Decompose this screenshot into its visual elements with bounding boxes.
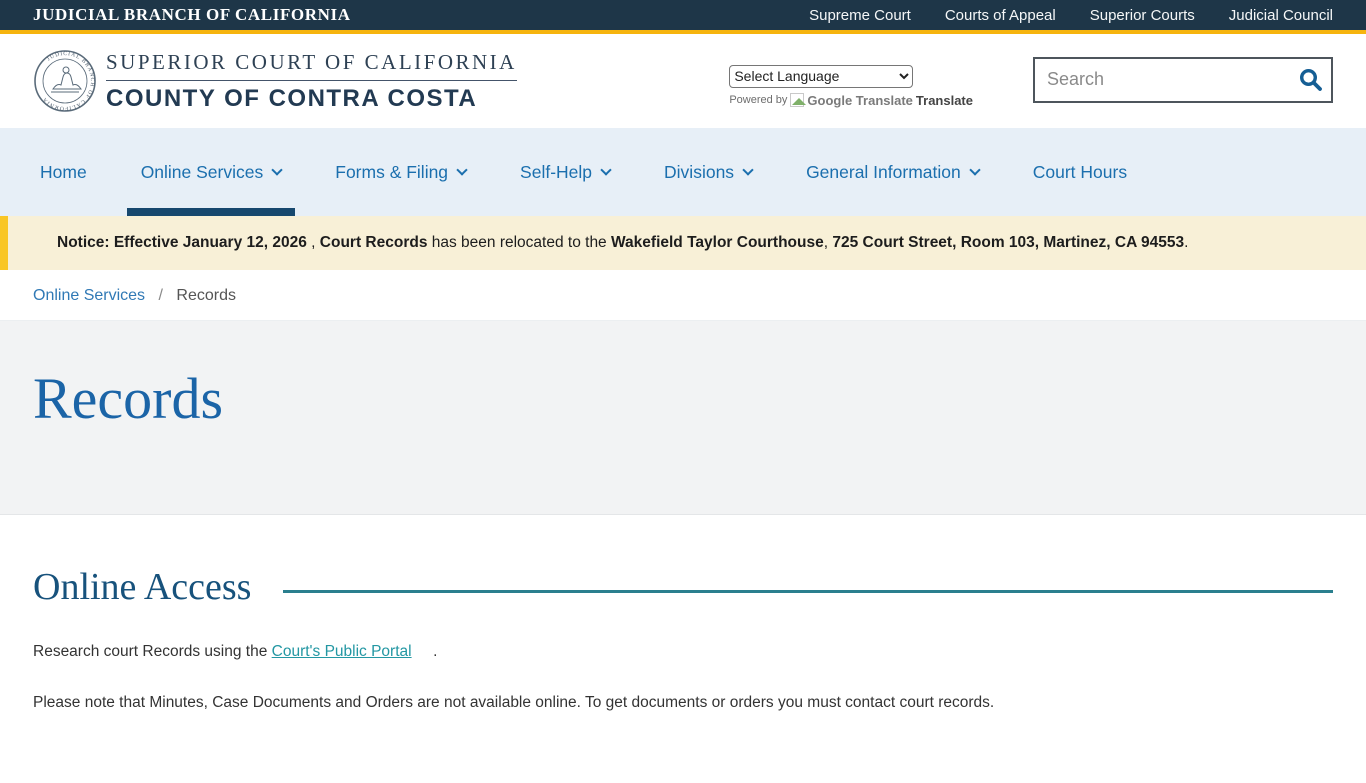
topbar-link-superior-courts[interactable]: Superior Courts [1090,7,1195,24]
google-translate-brand: Google Translate [807,92,913,108]
topbar-link-supreme-court[interactable]: Supreme Court [809,7,911,24]
search-icon [1299,68,1322,91]
search-input[interactable] [1035,58,1291,101]
judicial-branch-brand: JUDICIAL BRANCH OF CALIFORNIA [33,5,351,24]
chevron-down-icon [742,163,754,176]
section-heading-row: Online Access [33,565,1333,609]
translate-label: Translate [915,92,973,108]
header-right: Select Language Powered by Google Transl… [729,55,1333,108]
notice-banner: Notice: Effective January 12, 2026 , Cou… [0,216,1366,270]
site-title: SUPERIOR COURT OF CALIFORNIA COUNTY OF C… [106,50,517,113]
nav-item-forms-filing[interactable]: Forms & Filing [321,128,480,216]
breadcrumb-separator: / [158,287,163,304]
section-divider-line [283,589,1333,593]
topbar-link-judicial-council[interactable]: Judicial Council [1229,7,1333,24]
courts-public-portal-link[interactable]: Court's Public Portal [272,643,412,660]
nav-item-online-services[interactable]: Online Services [126,128,296,216]
availability-note-paragraph: Please note that Minutes, Case Documents… [33,694,995,711]
site-header: JUDICIAL BRANCH OF CALIFORNIA SUPERIOR C… [0,34,1366,128]
chevron-down-icon [969,163,981,176]
google-translate-icon [790,93,807,107]
breadcrumb-current: Records [176,287,236,304]
breadcrumb-online-services-link[interactable]: Online Services [33,287,145,304]
main-content: Online Access Research court Records usi… [0,515,1366,783]
translate-attribution: Powered by Google Translate Translate [729,93,973,108]
topbar-links: Supreme Court Courts of Appeal Superior … [809,7,1333,24]
topbar-link-courts-of-appeal[interactable]: Courts of Appeal [945,7,1056,24]
google-translate-widget: Select Language Powered by Google Transl… [729,55,973,108]
page-title-band: Records [0,321,1366,515]
chevron-down-icon [456,163,468,176]
nav-item-home[interactable]: Home [26,128,101,216]
chevron-down-icon [271,163,283,176]
site-title-line1: SUPERIOR COURT OF CALIFORNIA [106,50,517,81]
notice-text: Notice: Effective January 12, 2026 , Cou… [57,234,1189,251]
powered-by-label: Powered by [729,94,788,106]
search-button[interactable] [1291,59,1331,101]
nav-item-general-information[interactable]: General Information [792,128,993,216]
nav-item-divisions[interactable]: Divisions [650,128,766,216]
court-seal-icon: JUDICIAL BRANCH OF CALIFORNIA [34,50,96,112]
site-title-line2: COUNTY OF CONTRA COSTA [106,84,478,112]
chevron-down-icon [600,163,612,176]
main-nav: Home Online Services Forms & Filing Self… [0,128,1366,216]
research-records-paragraph: Research court Records using the Court's… [33,643,438,660]
page-title: Records [33,366,224,431]
breadcrumb: Online Services / Records [0,270,1366,321]
nav-item-self-help[interactable]: Self-Help [506,128,624,216]
nav-item-court-hours[interactable]: Court Hours [1019,128,1141,216]
section-title-online-access: Online Access [33,566,252,608]
site-logo-home-link[interactable]: JUDICIAL BRANCH OF CALIFORNIA SUPERIOR C… [33,49,517,113]
search-box [1033,56,1333,103]
topbar: JUDICIAL BRANCH OF CALIFORNIA Supreme Co… [0,0,1366,34]
language-select[interactable]: Select Language [729,64,914,88]
